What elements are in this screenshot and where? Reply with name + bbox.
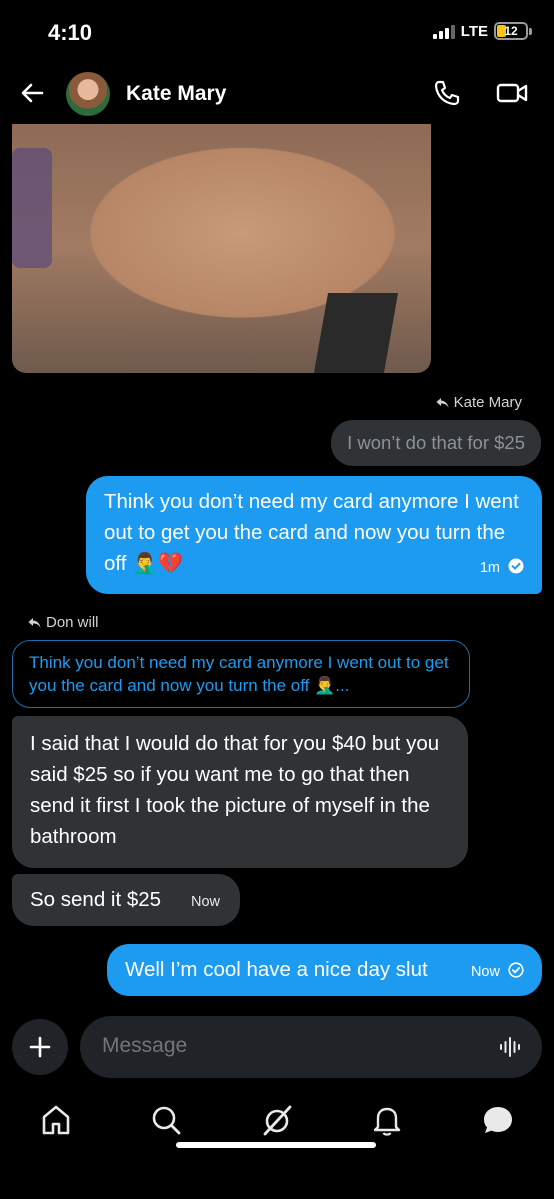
reply-icon [28,617,41,628]
received-message[interactable]: So send it $25 Now [12,874,240,926]
message-meta: 1m [480,553,524,584]
received-message-text: So send it $25 [30,888,162,911]
message-composer: Message [0,1016,554,1080]
status-bar: 4:10 LTE 12 [0,0,554,64]
sent-check-icon [508,962,524,978]
read-check-icon [508,558,524,574]
messages-icon[interactable] [480,1102,516,1138]
sent-message[interactable]: Well I’m cool have a nice day slut Now [107,944,542,996]
bell-icon[interactable] [369,1102,405,1138]
sent-message[interactable]: Think you don’t need my card anymore I w… [86,476,542,594]
message-timestamp: Now [470,964,500,980]
sent-message-text: Well I’m cool have a nice day slut [125,958,428,981]
sent-message-text: Think you don’t need my card anymore I w… [104,490,519,575]
conversation-header: Kate Mary [0,64,554,124]
message-input[interactable]: Message [80,1016,542,1078]
battery-icon: 12 [494,22,532,40]
video-icon[interactable] [496,78,528,108]
reply-context: Don will [28,614,99,631]
avatar[interactable] [66,72,110,116]
arrow-left-icon[interactable] [18,78,48,108]
quoted-reply[interactable]: Think you don’t need my card anymore I w… [12,640,470,708]
reply-target-name: Don will [46,614,99,631]
message-timestamp: Now [190,894,220,910]
received-photo[interactable] [12,124,431,373]
status-time: 4:10 [48,20,93,45]
reply-icon [436,397,449,408]
signal-icon [432,23,455,39]
contact-name[interactable]: Kate Mary [126,82,226,106]
network-type: LTE [460,22,488,40]
reply-context: Kate Mary [436,394,522,411]
home-icon[interactable] [38,1102,74,1138]
voice-waveform-icon[interactable] [498,1034,524,1060]
bottom-navigation [0,1090,554,1160]
reply-target-name: Kate Mary [453,394,522,411]
quoted-message-text: I won’t do that for $25 [347,432,525,453]
status-indicators: LTE 12 [432,22,532,40]
search-icon[interactable] [148,1102,184,1138]
home-indicator[interactable] [176,1142,376,1148]
add-attachment-button[interactable] [12,1019,68,1075]
message-timestamp: 1m [479,560,500,576]
message-input-placeholder: Message [102,1034,188,1057]
received-message[interactable]: I said that I would do that for you $40 … [12,716,468,868]
quoted-message[interactable]: I won’t do that for $25 [331,420,541,466]
battery-level: 12 [504,24,518,38]
quoted-reply-text: Think you don’t need my card anymore I w… [29,653,449,695]
plus-icon [29,1036,51,1058]
phone-icon[interactable] [432,78,462,108]
message-list[interactable]: Kate Mary I won’t do that for $25 Think … [0,124,554,1014]
grok-icon[interactable] [259,1102,295,1138]
message-meta: Now [471,957,524,988]
received-message-text: I said that I would do that for you $40 … [30,732,440,848]
